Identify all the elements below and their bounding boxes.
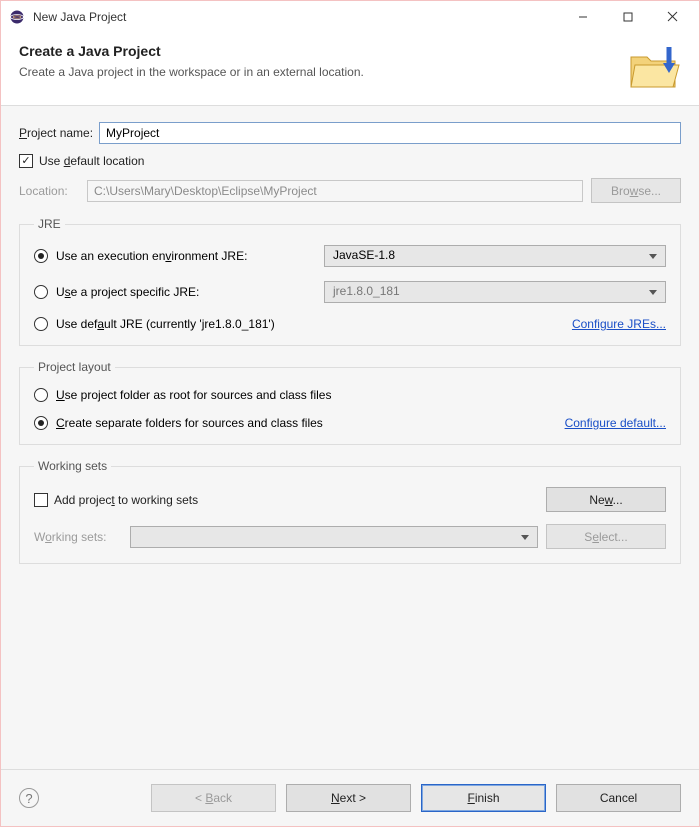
eclipse-icon — [9, 9, 25, 25]
browse-button: Browse... — [591, 178, 681, 203]
close-button[interactable] — [650, 2, 695, 32]
next-button[interactable]: Next > — [286, 784, 411, 812]
jre-default-label: Use default JRE (currently 'jre1.8.0_181… — [56, 317, 275, 331]
wizard-content: Project name: Use default location Locat… — [1, 106, 699, 769]
jre-execution-env-select[interactable]: JavaSE-1.8 — [324, 245, 666, 267]
jre-default-radio[interactable] — [34, 317, 48, 331]
configure-jres-link[interactable]: Configure JREs... — [572, 317, 666, 331]
working-sets-select — [130, 526, 538, 548]
location-label: Location: — [19, 184, 81, 198]
wizard-footer: ? < Back Next > Finish Cancel — [1, 769, 699, 826]
configure-default-link[interactable]: Configure default... — [565, 416, 666, 430]
working-sets-legend: Working sets — [34, 459, 111, 473]
cancel-button[interactable]: Cancel — [556, 784, 681, 812]
location-input — [87, 180, 583, 202]
jre-execution-env-radio[interactable] — [34, 249, 48, 263]
maximize-button[interactable] — [605, 2, 650, 32]
project-layout-group: Project layout Use project folder as roo… — [19, 360, 681, 445]
layout-separate-radio[interactable] — [34, 416, 48, 430]
title-bar: New Java Project — [1, 1, 699, 33]
wizard-header: Create a Java Project Create a Java proj… — [1, 33, 699, 106]
folder-icon — [627, 43, 681, 91]
help-icon[interactable]: ? — [19, 788, 39, 808]
jre-project-specific-label: Use a project specific JRE: — [56, 285, 199, 299]
use-default-location-checkbox[interactable] — [19, 154, 33, 168]
project-layout-legend: Project layout — [34, 360, 115, 374]
add-working-sets-label: Add project to working sets — [54, 493, 198, 507]
add-working-sets-checkbox[interactable] — [34, 493, 48, 507]
jre-project-specific-select: jre1.8.0_181 — [324, 281, 666, 303]
layout-separate-label: Create separate folders for sources and … — [56, 416, 323, 430]
layout-root-label: Use project folder as root for sources a… — [56, 388, 331, 402]
new-working-set-button[interactable]: New... — [546, 487, 666, 512]
jre-project-specific-radio[interactable] — [34, 285, 48, 299]
jre-legend: JRE — [34, 217, 65, 231]
layout-root-radio[interactable] — [34, 388, 48, 402]
minimize-button[interactable] — [560, 2, 605, 32]
project-name-input[interactable] — [99, 122, 681, 144]
select-working-sets-button: Select... — [546, 524, 666, 549]
use-default-location-label: Use default location — [39, 154, 144, 168]
window-title: New Java Project — [33, 10, 560, 24]
back-button: < Back — [151, 784, 276, 812]
working-sets-label: Working sets: — [34, 530, 124, 544]
jre-execution-env-label: Use an execution environment JRE: — [56, 249, 247, 263]
project-name-label: Project name: — [19, 126, 93, 140]
jre-group: JRE Use an execution environment JRE: Ja… — [19, 217, 681, 346]
working-sets-group: Working sets Add project to working sets… — [19, 459, 681, 564]
page-title: Create a Java Project — [19, 43, 617, 59]
finish-button[interactable]: Finish — [421, 784, 546, 812]
page-description: Create a Java project in the workspace o… — [19, 65, 617, 79]
